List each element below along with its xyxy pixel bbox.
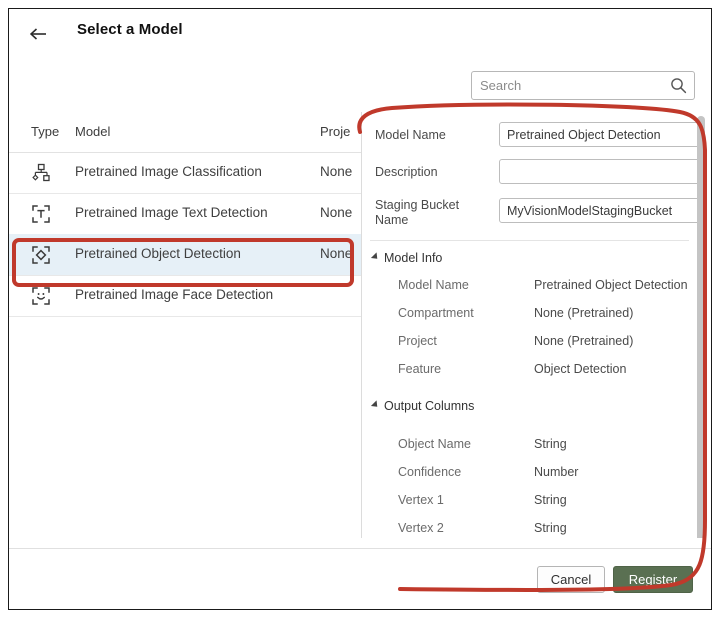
table-row[interactable]: Pretrained Image Text Detection None xyxy=(9,193,361,235)
search-input[interactable] xyxy=(472,72,668,99)
info-row: Model Name Pretrained Object Detection xyxy=(362,278,711,303)
output-column-row: Vertex 1 String xyxy=(362,493,711,518)
output-column-type: String xyxy=(534,521,567,535)
table-row[interactable]: Pretrained Image Face Detection xyxy=(9,275,361,317)
dialog-footer: Cancel Register xyxy=(9,549,711,610)
info-key: Project xyxy=(398,334,437,348)
search-box[interactable] xyxy=(471,71,695,100)
dialog-header: Select a Model xyxy=(9,9,711,61)
field-label: Model Name xyxy=(375,128,493,143)
field-label: Description xyxy=(375,165,493,180)
model-project: None xyxy=(320,164,361,179)
face-detection-icon xyxy=(31,286,51,306)
info-row: Project None (Pretrained) xyxy=(362,334,711,359)
screenshot-root: Select a Model Type Model Proje xyxy=(0,0,721,620)
info-value: Object Detection xyxy=(534,362,626,376)
output-column-type: String xyxy=(534,437,567,451)
output-column-row: Confidence Number xyxy=(362,465,711,490)
select-model-dialog: Select a Model Type Model Proje xyxy=(8,8,712,610)
output-column-name: Vertex 1 xyxy=(398,493,444,507)
section-separator xyxy=(370,240,689,241)
chevron-down-icon xyxy=(371,400,380,409)
section-title: Model Info xyxy=(384,251,442,265)
model-detail-panel: Model Name Description Staging Bucket Na… xyxy=(362,112,711,538)
description-input[interactable] xyxy=(499,159,702,184)
output-column-row: Object Name String xyxy=(362,437,711,462)
model-project: None xyxy=(320,246,361,261)
field-staging-bucket-name: Staging Bucket Name xyxy=(362,190,711,234)
info-key: Compartment xyxy=(398,306,474,320)
arrow-left-icon[interactable] xyxy=(25,21,53,47)
info-key: Model Name xyxy=(398,278,469,292)
model-list-panel: Type Model Proje Pretrained Image Classi… xyxy=(9,112,361,538)
info-row: Compartment None (Pretrained) xyxy=(362,306,711,331)
model-name: Pretrained Object Detection xyxy=(75,246,241,261)
model-name-input[interactable] xyxy=(499,122,702,147)
output-column-name: Vertex 2 xyxy=(398,521,444,535)
column-header-model: Model xyxy=(75,124,110,139)
table-row-selected[interactable]: Pretrained Object Detection None xyxy=(9,234,361,276)
output-column-row: Vertex 2 String xyxy=(362,521,711,538)
field-description: Description xyxy=(362,157,711,193)
info-value: None (Pretrained) xyxy=(534,334,633,348)
model-name: Pretrained Image Classification xyxy=(75,164,262,179)
list-header: Type Model Proje xyxy=(9,112,361,153)
model-project: None xyxy=(320,205,361,220)
info-value: None (Pretrained) xyxy=(534,306,633,320)
object-detection-icon xyxy=(31,245,51,265)
field-label: Staging Bucket Name xyxy=(375,198,493,228)
field-model-name: Model Name xyxy=(362,120,711,156)
output-column-type: String xyxy=(534,493,567,507)
output-column-type: Number xyxy=(534,465,578,479)
model-name: Pretrained Image Text Detection xyxy=(75,205,268,220)
info-key: Feature xyxy=(398,362,441,376)
detail-panel-scrollbar[interactable] xyxy=(697,116,705,538)
staging-bucket-name-input[interactable] xyxy=(499,198,702,223)
text-detection-icon xyxy=(31,204,51,224)
model-name: Pretrained Image Face Detection xyxy=(75,287,273,302)
output-column-name: Confidence xyxy=(398,465,461,479)
search-icon[interactable] xyxy=(670,77,687,94)
column-header-project: Proje xyxy=(320,124,361,139)
table-row[interactable]: Pretrained Image Classification None xyxy=(9,152,361,194)
image-classification-icon xyxy=(31,163,51,183)
page-title: Select a Model xyxy=(77,21,183,38)
section-header-output-columns[interactable]: Output Columns xyxy=(373,399,474,413)
section-title: Output Columns xyxy=(384,399,474,413)
chevron-down-icon xyxy=(371,252,380,261)
cancel-button[interactable]: Cancel xyxy=(537,566,605,593)
output-column-name: Object Name xyxy=(398,437,471,451)
column-header-type: Type xyxy=(31,124,59,139)
info-value: Pretrained Object Detection xyxy=(534,278,688,292)
register-button[interactable]: Register xyxy=(613,566,693,593)
info-row: Feature Object Detection xyxy=(362,362,711,387)
section-header-model-info[interactable]: Model Info xyxy=(373,251,442,265)
